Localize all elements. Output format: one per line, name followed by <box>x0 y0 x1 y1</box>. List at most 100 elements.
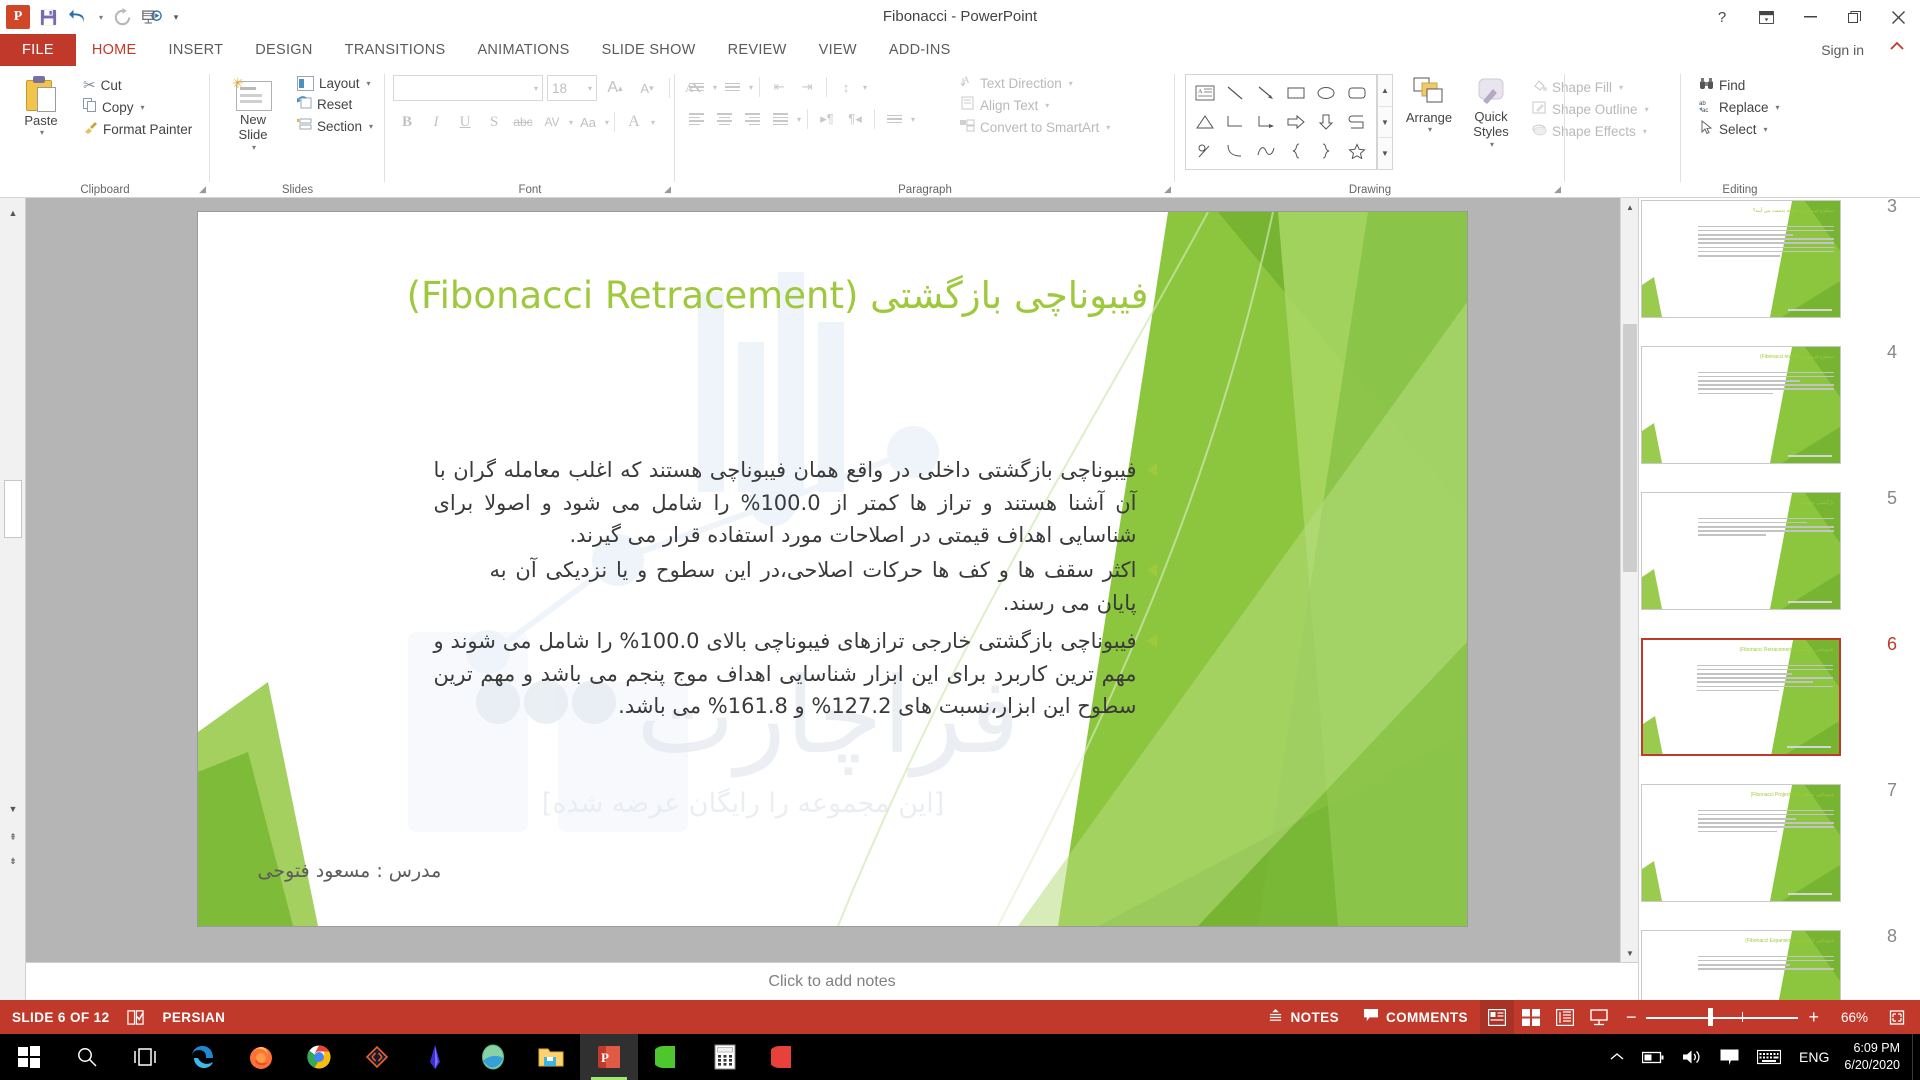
arrange-button[interactable]: Arrange ▾ <box>1400 74 1458 137</box>
collapse-thumbnail-pane-handle[interactable] <box>4 480 22 538</box>
reading-view-button[interactable] <box>1548 1000 1582 1034</box>
tab-add-ins[interactable]: ADD-INS <box>873 34 967 66</box>
thumbnail-image[interactable]: فیبوناچی انبساطی (Fibonacci Expansion) <box>1641 930 1841 1000</box>
help-button[interactable]: ? <box>1700 0 1744 34</box>
presenter-name[interactable]: مدرس : مسعود فتوحی <box>258 860 442 882</box>
shapes-more-icon[interactable]: ▼ <box>1378 138 1392 169</box>
fit-slide-to-window-button[interactable] <box>1880 1000 1914 1034</box>
shapes-gallery-scrollbar[interactable]: ▲ ▼ ▼ <box>1377 74 1393 170</box>
edge-icon[interactable] <box>174 1034 232 1080</box>
font-name-dropdown-icon[interactable]: ▾ <box>534 84 538 93</box>
character-spacing-dropdown-icon[interactable]: ▾ <box>569 118 573 127</box>
numbering-dropdown-icon[interactable]: ▾ <box>749 83 753 92</box>
new-slide-button[interactable]: ✳ New Slide ▾ <box>220 72 286 155</box>
slide-sorter-view-button[interactable] <box>1514 1000 1548 1034</box>
undo-dropdown-icon[interactable]: ▾ <box>94 3 106 31</box>
align-text-dropdown-icon[interactable]: ▾ <box>1045 101 1049 110</box>
section-button[interactable]: Section ▾ <box>292 115 378 137</box>
quick-styles-button[interactable]: Quick Styles ▾ <box>1460 74 1522 152</box>
change-case-button[interactable]: Aa <box>574 108 602 136</box>
columns-button[interactable] <box>881 106 907 132</box>
start-slideshow-icon[interactable] <box>138 3 166 31</box>
slide-title[interactable]: فیبوناچی بازگشتی (Fibonacci Retracement) <box>318 274 1238 317</box>
elbow-arrow-connector-shape-icon[interactable] <box>1251 108 1281 137</box>
ltr-direction-button[interactable]: ▸¶ <box>814 106 840 132</box>
layout-button[interactable]: Layout ▾ <box>292 74 378 93</box>
battery-icon[interactable] <box>1633 1034 1673 1080</box>
search-icon[interactable] <box>58 1034 116 1080</box>
decrease-font-size-button[interactable]: A▾ <box>633 74 661 102</box>
normal-view-button[interactable] <box>1480 1000 1514 1034</box>
slide-bullet-1[interactable]: فیبوناچی بازگشتی داخلی در واقع همان فیبو… <box>434 454 1157 552</box>
clock[interactable]: 6:09 PM 6/20/2020 <box>1838 1034 1912 1080</box>
arrange-dropdown-icon[interactable]: ▾ <box>1428 125 1432 134</box>
right-brace-shape-icon[interactable] <box>1311 136 1341 165</box>
change-case-dropdown-icon[interactable]: ▾ <box>605 118 609 127</box>
align-right-button[interactable] <box>739 106 765 132</box>
paragraph-dialog-launcher[interactable]: ◢ <box>1164 184 1171 195</box>
drawing-dialog-launcher[interactable]: ◢ <box>1554 184 1561 195</box>
reset-button[interactable]: Reset <box>292 93 378 115</box>
chrome-icon[interactable] <box>290 1034 348 1080</box>
align-text-button[interactable]: Align Text ▾ <box>955 94 1115 116</box>
quick-styles-dropdown-icon[interactable]: ▾ <box>1490 140 1494 149</box>
shape-fill-dropdown-icon[interactable]: ▾ <box>1619 83 1623 92</box>
calculator-icon[interactable] <box>696 1034 754 1080</box>
tab-animations[interactable]: ANIMATIONS <box>461 34 585 66</box>
find-button[interactable]: Find <box>1694 74 1785 96</box>
powerpoint-icon[interactable]: P <box>580 1034 638 1080</box>
bullets-dropdown-icon[interactable]: ▾ <box>713 83 717 92</box>
textbox-shape-icon[interactable]: A <box>1190 79 1220 108</box>
zoom-slider[interactable] <box>1646 1000 1798 1034</box>
thumbnail-slide-6[interactable]: فیبوناچی بازگشتی (Fibonacci Retracement)… <box>1639 630 1903 776</box>
show-hidden-icons-button[interactable] <box>1601 1034 1633 1080</box>
bold-button[interactable]: B <box>393 108 421 136</box>
rounded-rectangle-shape-icon[interactable] <box>1342 79 1372 108</box>
justify-dropdown-icon[interactable]: ▾ <box>797 115 801 124</box>
thumbnail-slide-8[interactable]: فیبوناچی انبساطی (Fibonacci Expansion) 8 <box>1639 922 1903 1000</box>
thumbnail-slide-7[interactable]: فیبوناچی بسطی (Fibonacci Projection) 7 <box>1639 776 1903 922</box>
format-painter-button[interactable]: Format Painter <box>78 118 197 140</box>
text-shadow-button[interactable]: S <box>480 108 508 136</box>
convert-to-smartart-button[interactable]: Convert to SmartArt ▾ <box>955 116 1115 138</box>
shapes-scroll-up-icon[interactable]: ▲ <box>1378 75 1392 107</box>
rtl-direction-button[interactable]: ¶◂ <box>842 106 868 132</box>
next-slide-icon[interactable]: ⇟ <box>0 850 26 872</box>
arrow-shape-icon[interactable] <box>1251 79 1281 108</box>
thumbnail-slide-3[interactable]: سطوح فیبوناچی چگونه بدست می آیند؟ 3 <box>1639 198 1903 338</box>
curve-shape-icon[interactable] <box>1220 136 1250 165</box>
scroll-up-icon[interactable]: ▲ <box>0 202 26 224</box>
thumbnail-slide-5[interactable]: بازگشتی فیبوناچی 5 <box>1639 484 1903 630</box>
font-name-combo[interactable]: ▾ <box>393 75 543 101</box>
down-arrow-block-shape-icon[interactable] <box>1311 108 1341 137</box>
line-shape-icon[interactable] <box>1220 79 1250 108</box>
ribbon-display-options-button[interactable] <box>1744 0 1788 34</box>
restore-button[interactable] <box>1832 0 1876 34</box>
thumbnail-image[interactable]: بازگشتی فیبوناچی <box>1641 492 1841 610</box>
file-explorer-icon[interactable] <box>522 1034 580 1080</box>
slide-thumbnail-pane[interactable]: سطوح فیبوناچی چگونه بدست می آیند؟ 3 سطوح… <box>1638 198 1920 1000</box>
columns-dropdown-icon[interactable]: ▾ <box>911 115 915 124</box>
increase-indent-button[interactable]: ⇥ <box>794 74 820 100</box>
slide-scroll-down-icon[interactable]: ▼ <box>1621 944 1639 962</box>
close-button[interactable] <box>1876 0 1920 34</box>
font-size-combo[interactable]: 18 ▾ <box>547 75 597 101</box>
slideshow-view-button[interactable] <box>1582 1000 1616 1034</box>
line-spacing-dropdown-icon[interactable]: ▾ <box>863 83 867 92</box>
star-shape-icon[interactable] <box>1342 136 1372 165</box>
shapes-scroll-down-icon[interactable]: ▼ <box>1378 107 1392 139</box>
shape-effects-button[interactable]: Shape Effects ▾ <box>1527 120 1654 142</box>
thumbnail-image[interactable]: فیبوناچی بسطی (Fibonacci Projection) <box>1641 784 1841 902</box>
slide-canvas[interactable]: فراچارت [این مجموعه را رایگان عرضه شده] … <box>198 212 1467 926</box>
paste-dropdown-icon[interactable]: ▾ <box>40 128 44 137</box>
volume-icon[interactable] <box>1673 1034 1711 1080</box>
notes-pane[interactable]: Click to add notes <box>26 962 1638 1000</box>
app-blue-icon[interactable] <box>406 1034 464 1080</box>
select-button[interactable]: Select ▾ <box>1694 118 1785 140</box>
thumbnail-image[interactable]: سطوح فیبوناچی (Fibonacci levels) <box>1641 346 1841 464</box>
customize-qat-icon[interactable]: ▾ <box>168 3 184 31</box>
undo-icon[interactable] <box>64 3 92 31</box>
underline-button[interactable]: U <box>451 108 479 136</box>
thumbnail-image[interactable]: سطوح فیبوناچی چگونه بدست می آیند؟ <box>1641 200 1841 318</box>
slide-bullet-2[interactable]: اکثر سقف ها و کف ها حرکات اصلاحی،در این … <box>490 554 1157 619</box>
